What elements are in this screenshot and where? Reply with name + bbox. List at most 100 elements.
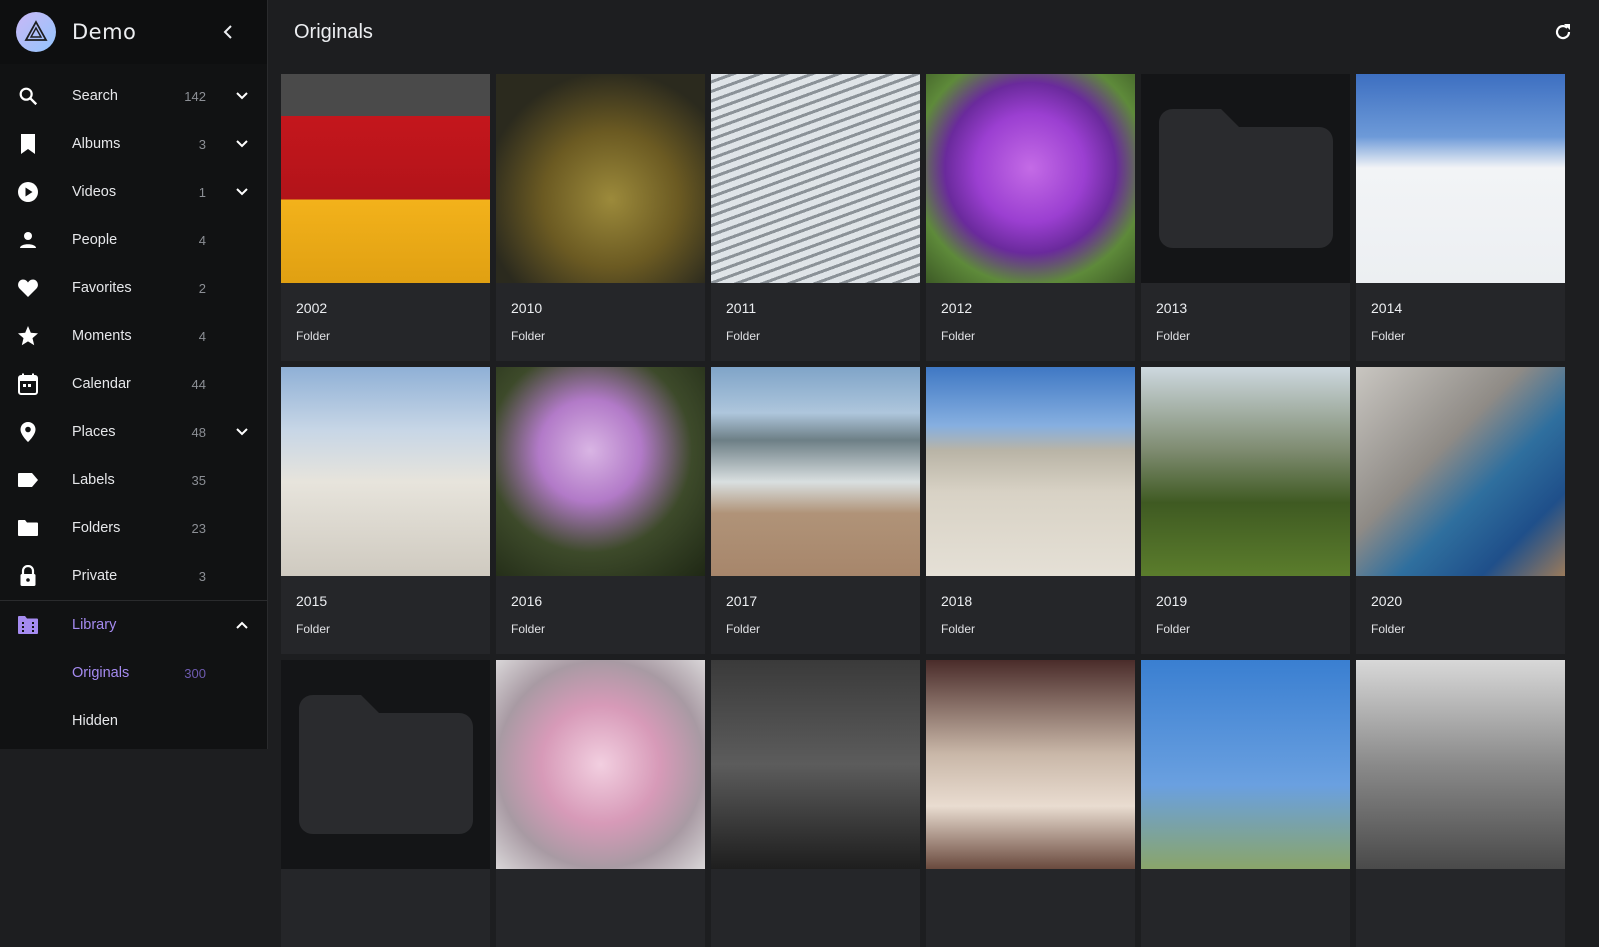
sidebar-item-search[interactable]: Search 142: [0, 72, 267, 120]
folder-thumbnail: [281, 660, 490, 869]
sidebar-item-label: Private: [72, 568, 118, 584]
sidebar-subitem-label: Hidden: [72, 713, 118, 729]
sidebar-item-favorites[interactable]: Favorites 2: [0, 264, 267, 312]
folder-card[interactable]: 2012 Folder: [926, 74, 1135, 361]
folder-thumbnail: [1141, 367, 1350, 576]
sidebar-item-albums[interactable]: Albums 3: [0, 120, 267, 168]
sidebar-item-label: Library: [72, 617, 117, 633]
sidebar-item-label: Albums: [72, 136, 121, 152]
sidebar-item-label: Calendar: [72, 376, 131, 392]
main-content: Originals 2002 Folder 2010 Folder 2011 Fold…: [269, 0, 1599, 947]
folder-card[interactable]: 2002 Folder: [281, 74, 490, 361]
chevron-down-icon[interactable]: [230, 420, 254, 444]
folder-subtitle: Folder: [1156, 329, 1191, 343]
sidebar-item-library[interactable]: Library: [0, 601, 267, 649]
sidebar-subitem-originals[interactable]: Originals 300: [0, 649, 267, 697]
folder-thumbnail: [281, 367, 490, 576]
folder-title: 2015: [296, 593, 328, 609]
folder-thumbnail: [1356, 660, 1565, 869]
folder-title: 2013: [1156, 300, 1188, 316]
folder-subtitle: Folder: [726, 329, 761, 343]
folder-title: 2010: [511, 300, 543, 316]
person-icon: [16, 228, 40, 252]
folder-card[interactable]: 2013 Folder: [1141, 74, 1350, 361]
calendar-icon: [16, 372, 40, 396]
folder-card[interactable]: 2019 Folder: [1141, 367, 1350, 654]
sidebar-item-label: Labels: [72, 472, 115, 488]
sidebar-item-places[interactable]: Places 48: [0, 408, 267, 456]
sidebar-nav: Search 142 Albums 3 Videos 1 People 4 Fa…: [0, 72, 267, 600]
refresh-icon: [1555, 24, 1571, 40]
folder-title: 2014: [1371, 300, 1403, 316]
library-folder-icon: [16, 613, 40, 637]
folder-card[interactable]: 2018 Folder: [926, 367, 1135, 654]
sidebar-item-private[interactable]: Private 3: [0, 552, 267, 600]
folder-subtitle: Folder: [511, 622, 546, 636]
place-pin-icon: [16, 420, 40, 444]
brand-name: Demo: [72, 20, 137, 44]
folder-card[interactable]: [926, 660, 1135, 947]
folder-card[interactable]: 2016 Folder: [496, 367, 705, 654]
folder-subtitle: Folder: [296, 329, 331, 343]
folder-subtitle: Folder: [296, 622, 331, 636]
folder-title: 2012: [941, 300, 973, 316]
folder-card[interactable]: [1141, 660, 1350, 947]
lock-icon: [16, 564, 40, 588]
chevron-up-icon[interactable]: [230, 613, 254, 637]
sidebar-item-label: Videos: [72, 184, 117, 200]
folder-card[interactable]: [711, 660, 920, 947]
sidebar-subitem-label: Originals: [72, 665, 130, 681]
folder-grid: 2002 Folder 2010 Folder 2011 Folder 2012 Fol…: [281, 74, 1565, 947]
folder-subtitle: Folder: [726, 622, 761, 636]
sidebar-item-moments[interactable]: Moments 4: [0, 312, 267, 360]
folder-title: 2011: [726, 300, 757, 316]
folder-subtitle: Folder: [1371, 622, 1406, 636]
sidebar-item-calendar[interactable]: Calendar 44: [0, 360, 267, 408]
folder-card[interactable]: 2011 Folder: [711, 74, 920, 361]
refresh-button[interactable]: [1551, 20, 1575, 44]
bookmark-icon: [16, 132, 40, 156]
folder-thumbnail: [1356, 74, 1565, 283]
sidebar: Demo Search 142 Albums 3 Videos 1 People…: [0, 0, 268, 749]
chevron-down-icon[interactable]: [230, 84, 254, 108]
folder-card[interactable]: [496, 660, 705, 947]
folder-title: 2016: [511, 593, 543, 609]
chevron-down-icon[interactable]: [230, 180, 254, 204]
sidebar-item-people[interactable]: People 4: [0, 216, 267, 264]
sidebar-item-labels[interactable]: Labels 35: [0, 456, 267, 504]
chevron-down-icon[interactable]: [230, 132, 254, 156]
folder-card[interactable]: [1356, 660, 1565, 947]
page-title: Originals: [294, 20, 373, 43]
folder-subtitle: Folder: [511, 329, 546, 343]
sidebar-item-count: 35: [191, 472, 206, 488]
folder-thumbnail: [1141, 660, 1350, 869]
folder-title: 2020: [1371, 593, 1403, 609]
folder-thumbnail: [496, 660, 705, 869]
collapse-sidebar-button[interactable]: [217, 20, 241, 44]
folder-thumbnail: [496, 367, 705, 576]
folder-subtitle: Folder: [1371, 329, 1406, 343]
folder-placeholder-icon: [1159, 109, 1333, 248]
sidebar-item-count: 44: [191, 376, 206, 392]
heart-icon: [16, 276, 40, 300]
toolbar: Originals: [269, 0, 1599, 64]
sidebar-item-videos[interactable]: Videos 1: [0, 168, 267, 216]
folder-card[interactable]: 2020 Folder: [1356, 367, 1565, 654]
sidebar-subitem-hidden[interactable]: Hidden: [0, 697, 267, 745]
folder-card[interactable]: 2017 Folder: [711, 367, 920, 654]
star-icon: [16, 324, 40, 348]
folder-card[interactable]: 2010 Folder: [496, 74, 705, 361]
folder-thumbnail: [926, 74, 1135, 283]
sidebar-item-count: 23: [191, 520, 206, 536]
app-logo-icon[interactable]: [16, 12, 56, 52]
chevron-left-icon: [223, 25, 232, 39]
folder-card[interactable]: 2015 Folder: [281, 367, 490, 654]
folder-thumbnail: [926, 660, 1135, 869]
folder-subtitle: Folder: [941, 622, 976, 636]
folder-card[interactable]: 2014 Folder: [1356, 74, 1565, 361]
sidebar-item-folders[interactable]: Folders 23: [0, 504, 267, 552]
folder-subtitle: Folder: [1156, 622, 1191, 636]
sidebar-item-count: 4: [198, 232, 206, 248]
folder-card[interactable]: [281, 660, 490, 947]
sidebar-item-count: 48: [191, 424, 206, 440]
